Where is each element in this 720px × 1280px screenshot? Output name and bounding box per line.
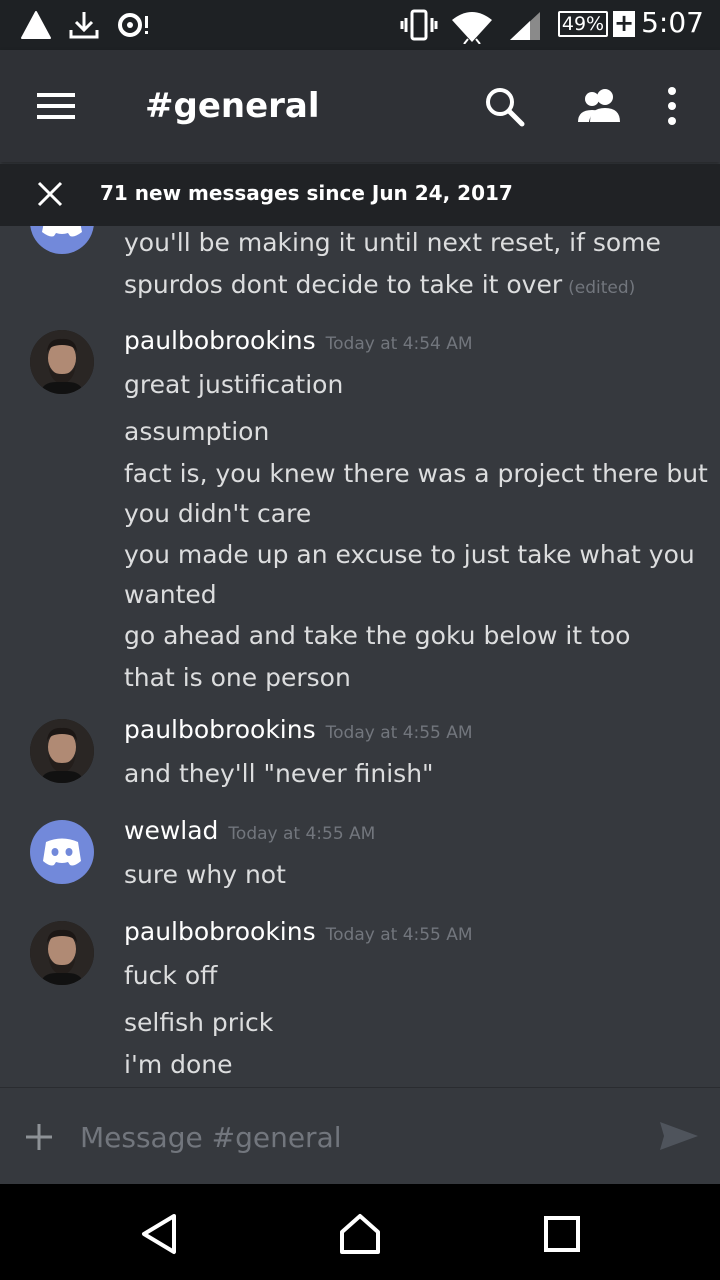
author-name[interactable]: paulbobrookins xyxy=(124,326,316,355)
message-composer: Message #general xyxy=(0,1087,720,1185)
message-text: assumption xyxy=(124,417,270,446)
edited-label: (edited) xyxy=(568,278,636,298)
message-text: spurdos dont decide to take it over (edit… xyxy=(124,270,635,299)
send-icon[interactable] xyxy=(658,1118,700,1154)
vibrate-icon xyxy=(400,9,438,41)
message-text: and they'll "never finish" xyxy=(124,759,434,788)
message-text: that is one person xyxy=(124,663,351,692)
alert-triangle-icon xyxy=(21,11,51,39)
message-list[interactable]: you'll be making it until next reset, if… xyxy=(0,226,720,1086)
message-author[interactable]: paulbobrookins Today at 4:55 AM xyxy=(124,715,473,744)
author-name[interactable]: paulbobrookins xyxy=(124,715,316,744)
message-timestamp: Today at 4:55 AM xyxy=(325,925,473,945)
download-icon xyxy=(69,12,99,39)
message-text: selfish prick xyxy=(124,1008,274,1037)
message-author[interactable]: wewlad Today at 4:55 AM xyxy=(124,816,375,845)
message-text: i'm done xyxy=(124,1050,233,1079)
home-icon[interactable] xyxy=(338,1212,382,1256)
author-name[interactable]: wewlad xyxy=(124,816,218,845)
message-author[interactable]: paulbobrookins Today at 4:54 AM xyxy=(124,326,473,355)
message-author[interactable]: paulbobrookins Today at 4:55 AM xyxy=(124,917,473,946)
avatar[interactable] xyxy=(30,820,94,884)
avatar[interactable] xyxy=(30,226,94,254)
author-name[interactable]: paulbobrookins xyxy=(124,917,316,946)
status-bar: 49% + 5:07 xyxy=(0,0,720,50)
more-vert-icon[interactable] xyxy=(644,78,700,134)
message-timestamp: Today at 4:55 AM xyxy=(228,824,376,844)
message-text: go ahead and take the goku below it too xyxy=(124,621,631,650)
message-text: you'll be making it until next reset, if… xyxy=(124,228,661,257)
wifi-icon xyxy=(452,12,492,44)
message-text: you didn't care xyxy=(124,499,312,528)
avatar[interactable] xyxy=(30,719,94,783)
sync-icon xyxy=(118,13,148,37)
message-text: you made up an excuse to just take what … xyxy=(124,540,695,569)
message-text: fact is, you knew there was a project th… xyxy=(124,459,708,488)
message-text: fuck off xyxy=(124,961,218,990)
message-timestamp: Today at 4:54 AM xyxy=(325,334,473,354)
channel-title: #general xyxy=(145,86,320,126)
avatar[interactable] xyxy=(30,330,94,394)
message-timestamp: Today at 4:55 AM xyxy=(325,723,473,743)
battery-plus: + xyxy=(613,9,635,37)
new-messages-text: 71 new messages since Jun 24, 2017 xyxy=(100,181,513,205)
message-text: great justification xyxy=(124,370,344,399)
message-input[interactable]: Message #general xyxy=(80,1121,342,1154)
battery-level: 49% xyxy=(561,13,605,35)
avatar[interactable] xyxy=(30,921,94,985)
message-text: sure why not xyxy=(124,860,286,889)
system-nav-bar xyxy=(0,1184,720,1280)
signal-icon xyxy=(510,12,540,40)
battery-icon: 49% xyxy=(558,11,608,37)
back-icon[interactable] xyxy=(138,1212,182,1256)
message-text-content: spurdos dont decide to take it over xyxy=(124,270,563,299)
close-icon[interactable] xyxy=(34,178,66,210)
members-icon[interactable] xyxy=(572,78,628,134)
recents-icon[interactable] xyxy=(540,1212,584,1256)
message-text: wanted xyxy=(124,580,217,609)
app-bar: #general xyxy=(0,50,720,162)
menu-icon[interactable] xyxy=(28,78,84,134)
search-icon[interactable] xyxy=(476,78,532,134)
clock: 5:07 xyxy=(641,6,704,39)
add-attachment-icon[interactable] xyxy=(24,1122,54,1152)
new-messages-banner[interactable]: 71 new messages since Jun 24, 2017 xyxy=(0,164,720,226)
